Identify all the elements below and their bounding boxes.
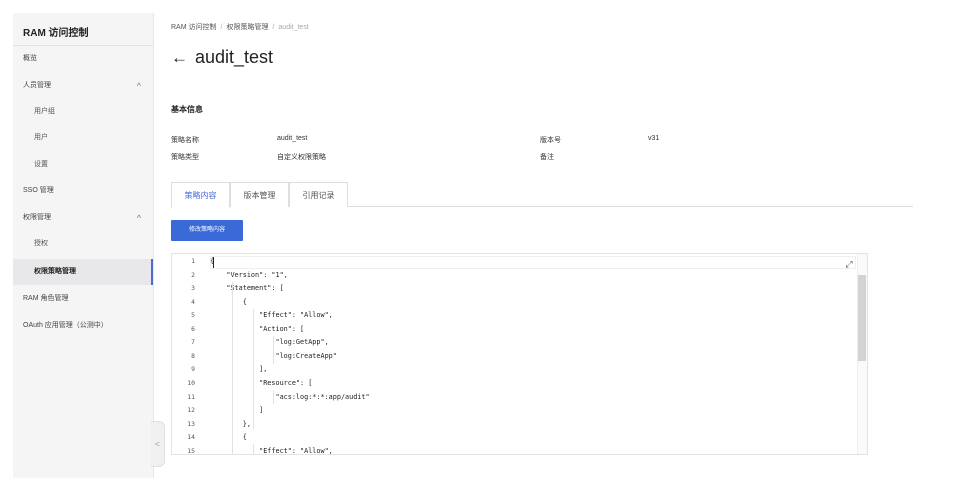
sidebar-item-policies[interactable]: 权限策略管理 [13,259,153,285]
sidebar-item-label: RAM 角色管理 [23,295,69,302]
breadcrumb-separator: / [272,24,275,31]
sidebar-item-oauth[interactable]: OAuth 应用管理（公测中） [13,313,153,339]
line-number: 13 [187,419,195,428]
policy-type-value: 自定义权限策略 [277,154,326,161]
line-number: 7 [191,338,195,347]
line-number: 5 [191,311,195,320]
sidebar-item-overview[interactable]: 概览 [13,46,153,72]
breadcrumb: RAM 访问控制 / 权限策略管理 / audit_test [171,22,309,32]
expand-icon[interactable]: ⤢ [843,258,855,270]
line-number: 14 [187,433,195,442]
sidebar-item-settings[interactable]: 设置 [13,152,153,178]
tab-policy-content[interactable]: 策略内容 [171,182,230,208]
version-label: 版本号 [540,137,561,144]
code-line: "Effect": "Allow", [210,311,333,320]
tab-reference-records[interactable]: 引用记录 [289,182,348,207]
code-line: "Version": "1", [210,270,288,279]
code-line: "Action": [ [210,324,305,333]
line-number: 11 [187,392,195,401]
line-number: 2 [191,270,195,279]
sidebar-item-users[interactable]: 用户 [13,125,153,151]
indent-guide [273,336,274,364]
sidebar-item-label: OAuth 应用管理（公测中） [23,322,108,329]
indent-guide [253,309,254,429]
line-number: 1 [191,257,195,265]
breadcrumb-separator: / [220,24,223,31]
code-line: ], [210,365,268,374]
sidebar-item-people[interactable]: 人员管理 ^ [13,73,153,99]
text-cursor [213,257,214,268]
page-title: ← audit_test [171,47,273,68]
indent-guide [253,444,254,454]
code-line: "acs:log:*:*:app/audit" [210,392,370,401]
line-number: 4 [191,297,195,306]
code-line: { [210,433,247,442]
code-line: "Effect": "Allow", [210,446,333,455]
sidebar-item-ram-roles[interactable]: RAM 角色管理 [13,286,153,312]
sidebar: RAM 访问控制 概览 人员管理 ^ 用户组 用户 设置 SSO 管理 权限管理 ^… [13,13,154,478]
sidebar-item-label: 概览 [23,55,37,62]
tab-version-management[interactable]: 版本管理 [230,182,289,207]
breadcrumb-item-current: audit_test [278,24,309,31]
sidebar-item-label: 设置 [34,161,48,168]
code-line: "Statement": [ [210,284,284,293]
page-title-text: audit_test [195,47,274,67]
editor-scrollbar[interactable] [857,254,867,454]
back-arrow-icon[interactable]: ← [171,48,188,68]
sidebar-item-label: 权限管理 [23,214,51,221]
line-number-gutter: 1 2 3 4 5 6 7 8 9 10 11 12 13 14 15 [172,254,202,454]
basic-info-title: 基本信息 [171,105,203,114]
line-number: 15 [187,446,195,455]
code-line: "log:GetApp", [210,338,329,347]
code-editor[interactable]: 123456789101112131415 { "Version": "1", … [171,253,868,455]
policy-name-label: 策略名称 [171,137,199,144]
sidebar-item-label: 授权 [34,240,48,247]
note-label: 备注 [540,154,554,161]
sidebar-item-label: 用户 [34,134,48,141]
sidebar-title: RAM 访问控制 [23,28,89,39]
line-number: 8 [191,351,195,360]
editor-scrollbar-thumb[interactable] [858,275,866,361]
code-line: "Resource": [ [210,378,313,387]
sidebar-item-sso[interactable]: SSO 管理 [13,178,153,204]
code-line: { [210,297,247,306]
sidebar-item-permissions[interactable]: 权限管理 ^ [13,205,153,231]
chevron-up-icon[interactable]: ^ [137,73,141,99]
code-line: }, [210,419,251,428]
code-area[interactable]: { "Version": "1", "Statement": [ { "Effe… [210,254,856,454]
code-line: ] [210,406,264,415]
edit-policy-button[interactable]: 修改策略内容 [171,220,243,241]
sidebar-item-label: 权限策略管理 [34,268,76,275]
sidebar-item-groups[interactable]: 用户组 [13,99,153,125]
breadcrumb-item-ram[interactable]: RAM 访问控制 [171,24,217,31]
tab-bar: 策略内容 版本管理 引用记录 [171,182,913,208]
indent-guide [273,390,274,404]
sidebar-collapse-toggle[interactable]: < [151,421,165,467]
line-number: 6 [191,324,195,333]
chevron-up-icon[interactable]: ^ [137,205,141,231]
sidebar-item-grants[interactable]: 授权 [13,231,153,257]
line-number: 12 [187,406,195,415]
sidebar-item-label: 用户组 [34,108,55,115]
line-number: 3 [191,284,195,293]
line-number: 10 [187,378,195,387]
sidebar-item-label: SSO 管理 [23,187,54,194]
version-value: v31 [648,135,660,142]
policy-type-label: 策略类型 [171,154,199,161]
sidebar-item-label: 人员管理 [23,82,51,89]
line-number: 9 [191,365,195,374]
breadcrumb-item-policies[interactable]: 权限策略管理 [226,24,268,31]
indent-guide [232,282,233,454]
policy-name-value: audit_test [277,135,308,142]
